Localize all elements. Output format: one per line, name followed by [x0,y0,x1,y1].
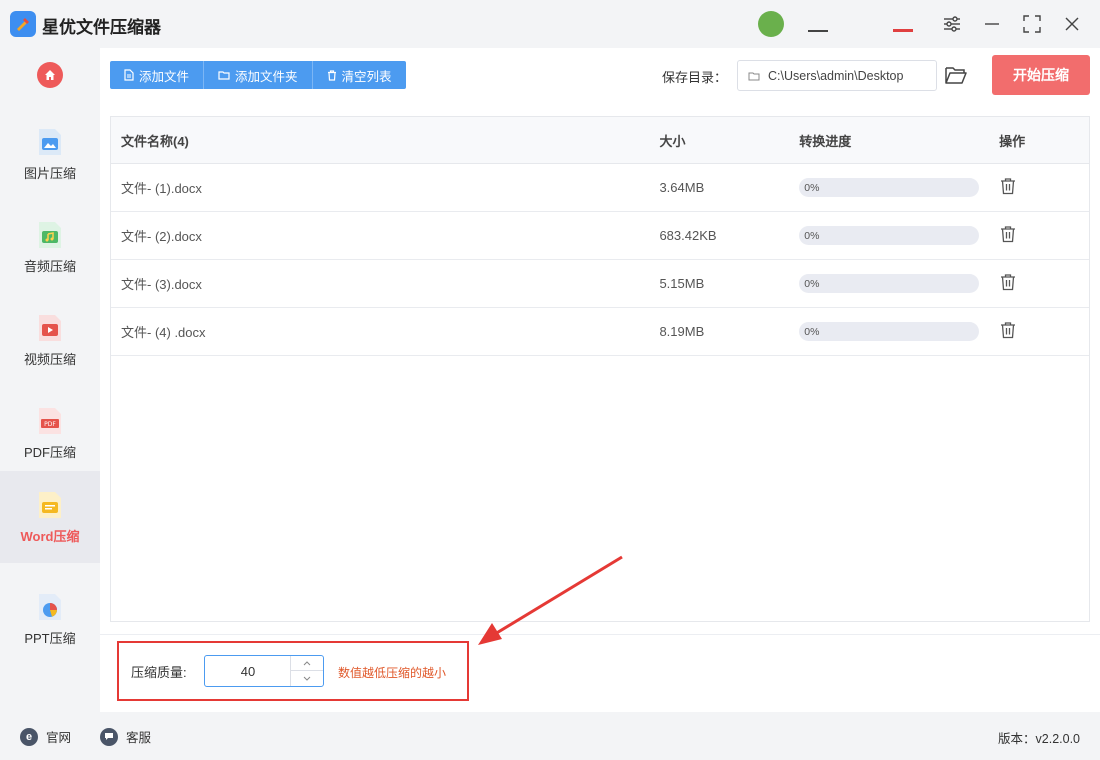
delete-icon[interactable] [999,177,1017,195]
file-icon [124,69,134,81]
sidebar-item-image[interactable]: 图片压缩 [0,108,100,200]
header-progress: 转换进度 [799,133,852,149]
add-folder-label: 添加文件夹 [235,69,298,84]
trash-icon [327,69,336,81]
home-icon[interactable] [37,62,63,88]
annotation-arrow-icon [478,555,623,645]
folder-icon [218,71,230,80]
version-label: 版本：v2.2.0.0 [998,732,1080,746]
save-path-value: C:\Users\admin\Desktop [768,68,904,83]
svg-text:PDF: PDF [44,421,56,428]
table-row: 文件- (4) .docx 8.19MB 0% [111,308,1089,356]
sidebar-item-word[interactable]: Word压缩 [0,471,100,563]
delete-icon[interactable] [999,225,1017,243]
sidebar-item-label: 音频压缩 [23,258,76,274]
add-folder-button[interactable]: 添加文件夹 [204,61,313,89]
clear-list-label: 清空列表 [341,69,392,84]
table-row: 文件- (2).docx 683.42KB 0% [111,212,1089,260]
close-icon[interactable] [1060,12,1084,36]
header-name: 文件名称(4) [121,133,189,149]
quality-hint: 数值越低压缩的越小 [338,666,447,680]
progress-bar: 0% [799,178,980,197]
app-logo-icon [10,11,36,37]
sidebar-item-label: 图片压缩 [23,165,76,181]
settings-icon[interactable] [940,12,964,36]
save-directory-label: 保存目录： [662,70,728,85]
audio-icon [39,221,61,248]
sidebar-item-pdf[interactable]: PDF PDF压缩 [0,387,100,479]
sidebar-item-label: Word压缩 [20,528,80,544]
pdf-icon: PDF [39,407,61,434]
video-icon [39,314,61,341]
folder-icon [748,72,760,80]
file-table: 文件名称(4) 大小 转换进度 操作 文件- (1).docx 3.64MB 0% 文… [110,116,1090,622]
chevron-down-icon [303,676,311,681]
title-bar: 星优文件压缩器 [0,0,1100,48]
sidebar-item-label: PPT压缩 [24,630,76,646]
sidebar-item-audio[interactable]: 音频压缩 [0,201,100,293]
file-name: 文件- (3).docx [121,277,202,292]
table-row: 文件- (1).docx 3.64MB 0% [111,164,1089,212]
user-name[interactable] [808,18,828,32]
quality-input[interactable] [205,656,291,686]
quality-stepper[interactable] [204,655,324,687]
quality-increment-button[interactable] [290,656,323,671]
support-link[interactable]: 客服 [100,727,151,746]
sidebar-item-video[interactable]: 视频压缩 [0,294,100,386]
ppt-icon [39,593,61,620]
progress-text: 0% [804,325,820,338]
sidebar: 图片压缩 音频压缩 视频压缩 PDF PDF压缩 Word压缩 PPT压缩 [0,48,100,712]
quality-label: 压缩质量: [131,665,187,680]
file-size: 5.15MB [659,276,705,291]
file-name: 文件- (2).docx [121,229,202,244]
progress-bar: 0% [799,322,980,341]
progress-text: 0% [804,229,820,242]
progress-bar: 0% [799,274,980,293]
file-name: 文件- (1).docx [121,181,202,196]
image-icon [39,128,61,155]
add-file-label: 添加文件 [139,69,190,84]
file-name: 文件- (4) .docx [121,325,206,340]
add-file-button[interactable]: 添加文件 [110,61,205,89]
table-row: 文件- (3).docx 5.15MB 0% [111,260,1089,308]
browser-icon: e [20,727,38,746]
website-link[interactable]: e 官网 [20,727,71,746]
quality-decrement-button[interactable] [290,671,323,686]
chevron-up-icon [303,660,311,665]
sidebar-item-label: 视频压缩 [23,351,76,367]
file-size: 3.64MB [659,180,705,195]
open-folder-icon[interactable] [945,65,967,85]
website-label: 官网 [46,731,72,745]
table-header: 文件名称(4) 大小 转换进度 操作 [111,117,1089,164]
support-label: 客服 [126,731,152,745]
maximize-icon[interactable] [1020,12,1044,36]
progress-text: 0% [804,277,820,290]
minimize-icon[interactable] [980,12,1004,36]
header-size: 大小 [659,133,686,149]
delete-icon[interactable] [999,273,1017,291]
vip-badge [893,24,913,32]
file-size: 8.19MB [659,324,705,339]
status-bar: e 官网 客服 版本：v2.2.0.0 [0,712,1100,760]
clear-list-button[interactable]: 清空列表 [313,61,406,89]
progress-text: 0% [804,181,820,194]
sidebar-item-label: PDF压缩 [23,444,76,460]
app-title: 星优文件压缩器 [42,18,161,37]
delete-icon[interactable] [999,321,1017,339]
save-directory-field[interactable]: C:\Users\admin\Desktop [737,60,937,91]
word-icon [39,491,61,518]
start-compress-button[interactable]: 开始压缩 [992,55,1090,95]
user-avatar[interactable] [758,11,784,37]
sidebar-item-ppt[interactable]: PPT压缩 [0,573,100,665]
header-action: 操作 [999,133,1026,149]
main-panel: 添加文件 添加文件夹 清空列表 保存目录： C:\Users\admin\Des… [100,48,1100,712]
file-size: 683.42KB [659,228,717,243]
file-toolbar: 添加文件 添加文件夹 清空列表 [110,61,406,89]
progress-bar: 0% [799,226,980,245]
chat-icon [100,727,118,746]
